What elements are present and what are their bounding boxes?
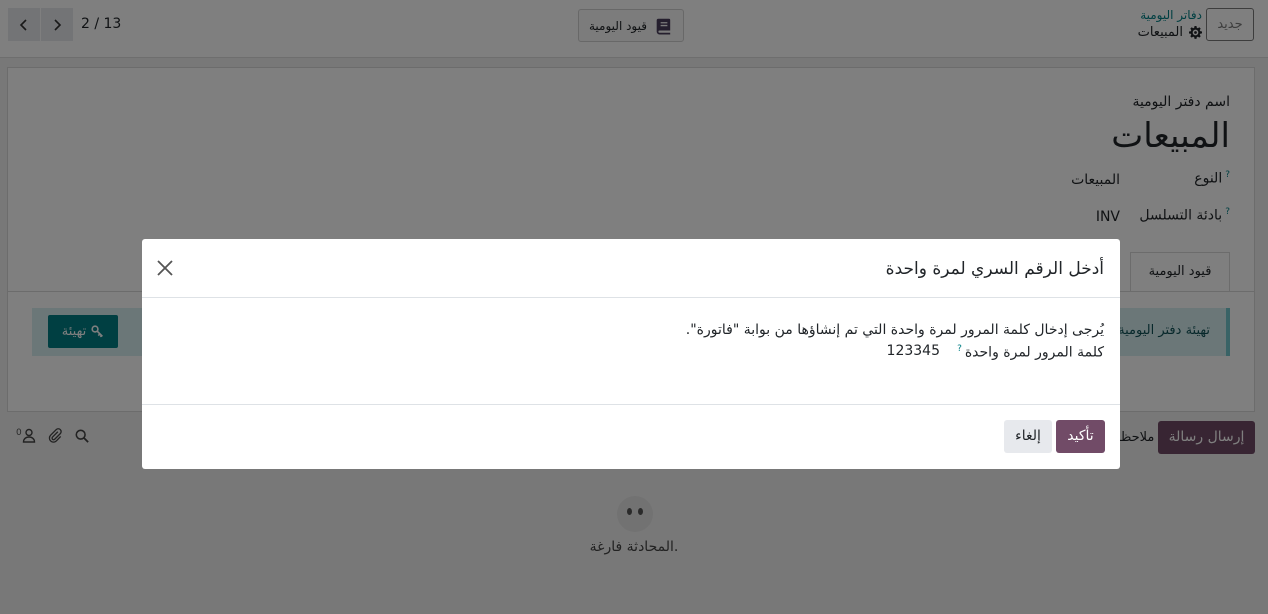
otp-dialog: أدخل الرقم السري لمرة واحدة يُرجى إدخال …	[142, 239, 1120, 469]
dialog-title: أدخل الرقم السري لمرة واحدة	[885, 259, 1104, 279]
dialog-description: يُرجى إدخال كلمة المرور لمرة واحدة التي …	[685, 322, 1104, 338]
otp-field-label-text: كلمة المرور لمرة واحدة	[964, 344, 1104, 361]
cancel-button[interactable]: إلغاء	[1004, 420, 1052, 453]
otp-input[interactable]	[870, 343, 940, 359]
dialog-header: أدخل الرقم السري لمرة واحدة	[142, 239, 1120, 298]
otp-help-icon[interactable]: ?	[957, 344, 962, 354]
confirm-button[interactable]: تأكيد	[1056, 420, 1105, 453]
otp-field-label: كلمة المرور لمرة واحدة?	[957, 344, 1104, 361]
dialog-body: يُرجى إدخال كلمة المرور لمرة واحدة التي …	[142, 298, 1120, 405]
close-icon[interactable]	[154, 257, 176, 279]
